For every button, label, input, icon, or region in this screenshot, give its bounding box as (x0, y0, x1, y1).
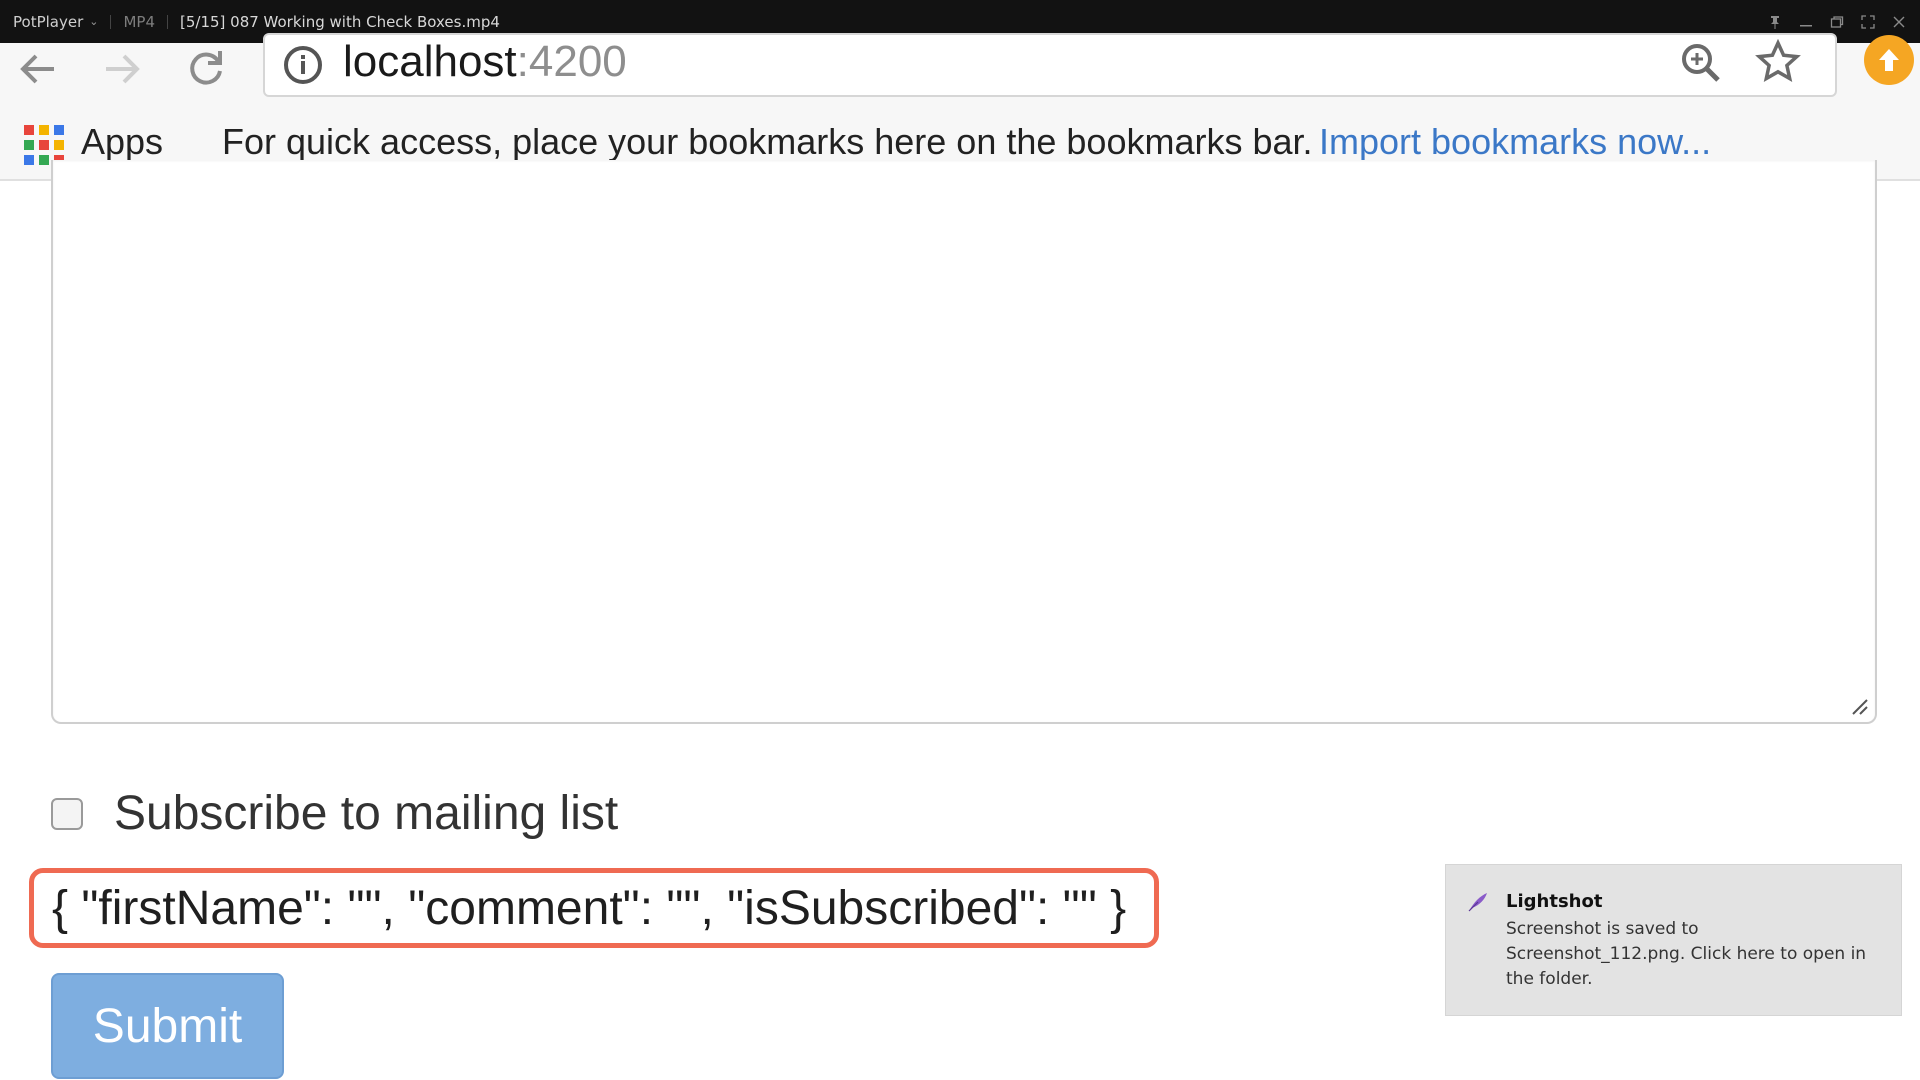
url-host: localhost (343, 37, 517, 86)
divider (110, 14, 112, 29)
apps-grid-icon[interactable] (24, 125, 64, 165)
media-format: MP4 (123, 12, 155, 31)
close-icon (1893, 16, 1904, 27)
json-output-highlight: { "firstName": "", "comment": "", "isSub… (29, 868, 1159, 948)
zoom-icon[interactable] (1679, 41, 1723, 90)
chevron-down-icon: ⌄ (89, 15, 99, 28)
lightshot-notification[interactable]: Lightshot Screenshot is saved to Screens… (1445, 864, 1902, 1016)
arrow-right-icon (106, 54, 140, 84)
import-bookmarks-link[interactable]: Import bookmarks now... (1319, 121, 1711, 163)
subscribe-row: Subscribe to mailing list (51, 786, 618, 841)
json-output: { "firstName": "", "comment": "", "isSub… (52, 881, 1127, 935)
player-menu-button[interactable]: PotPlayer ⌄ (13, 13, 98, 31)
pin-button[interactable] (1767, 14, 1782, 29)
minimize-button[interactable] (1798, 14, 1813, 29)
close-button[interactable] (1891, 14, 1906, 29)
comment-textarea[interactable] (51, 160, 1877, 724)
restore-icon (1830, 15, 1843, 28)
apps-grid-square (39, 125, 49, 135)
minimize-icon (1799, 24, 1812, 26)
resize-handle-icon[interactable] (1849, 696, 1869, 716)
apps-grid-square (24, 155, 34, 165)
forward-button[interactable] (98, 45, 146, 93)
feather-icon (1468, 893, 1487, 912)
arrow-left-icon (20, 54, 54, 84)
address-bar[interactable]: localhost:4200 (263, 33, 1837, 97)
media-file-title: [5/15] 087 Working with Check Boxes.mp4 (180, 12, 500, 31)
notification-title: Lightshot (1506, 891, 1603, 912)
submit-label: Submit (92, 999, 243, 1053)
reload-icon (190, 51, 222, 85)
pin-icon (1770, 15, 1779, 29)
bookmarks-hint: For quick access, place your bookmarks h… (222, 121, 1313, 162)
apps-grid-square (24, 125, 34, 135)
apps-grid-square (54, 125, 64, 135)
notification-message: Screenshot is saved to Screenshot_112.pn… (1506, 919, 1867, 989)
update-icon[interactable] (1864, 35, 1914, 85)
apps-grid-square (39, 155, 49, 165)
info-icon[interactable] (283, 45, 323, 90)
apps-grid-square (39, 140, 49, 150)
subscribe-checkbox[interactable] (51, 797, 83, 830)
apps-grid-square (54, 140, 64, 150)
star-bookmark-icon[interactable] (1755, 38, 1801, 90)
fullscreen-icon (1860, 14, 1875, 29)
fullscreen-button[interactable] (1860, 14, 1875, 29)
apps-grid-square (24, 140, 34, 150)
apps-label[interactable]: Apps (81, 121, 163, 163)
player-app-name: PotPlayer (13, 12, 84, 31)
url-text[interactable]: localhost:4200 (343, 37, 627, 87)
divider (167, 14, 168, 29)
back-button[interactable] (14, 45, 62, 93)
subscribe-label[interactable]: Subscribe to mailing list (114, 786, 618, 841)
submit-button[interactable]: Submit (51, 973, 284, 1079)
reload-button[interactable] (182, 45, 230, 93)
restore-button[interactable] (1829, 14, 1844, 29)
url-port: :4200 (516, 37, 627, 86)
